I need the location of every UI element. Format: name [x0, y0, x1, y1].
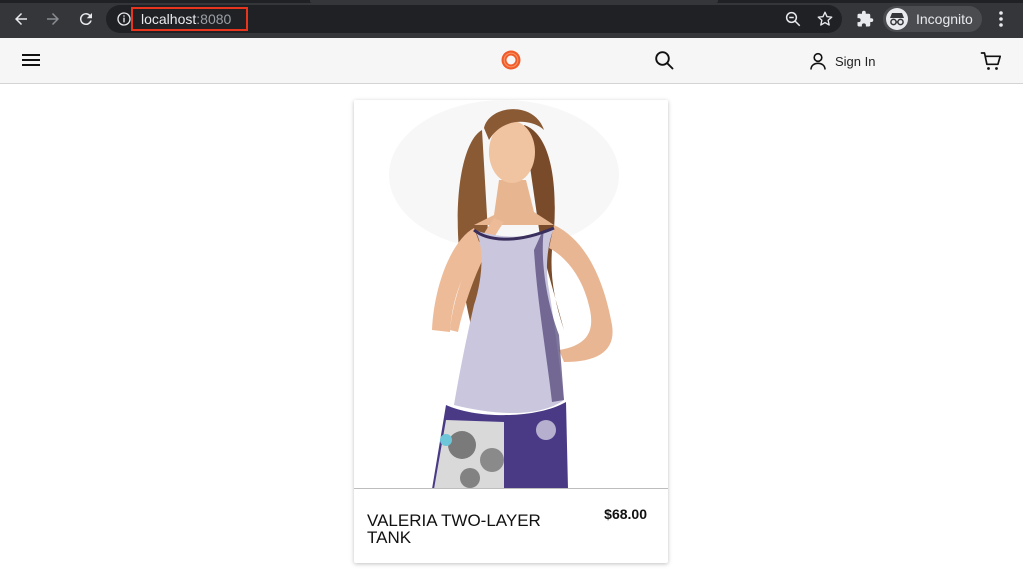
reload-icon — [79, 13, 92, 26]
info-icon[interactable] — [116, 11, 132, 27]
reload-button[interactable] — [74, 7, 98, 31]
url-text[interactable]: localhost:8080 — [141, 11, 231, 27]
hamburger-menu-icon[interactable] — [21, 52, 41, 68]
incognito-icon — [886, 8, 908, 30]
search-icon[interactable] — [654, 50, 674, 70]
profile-label: Incognito — [916, 11, 973, 27]
active-tab-edge[interactable] — [310, 0, 718, 3]
extensions-icon[interactable] — [856, 10, 874, 28]
back-button[interactable] — [9, 7, 33, 31]
browser-toolbar: localhost:8080 Incognito — [0, 0, 1023, 38]
product-info: VALERIA TWO-LAYER TANK $68.00 — [354, 490, 668, 563]
cart-icon[interactable] — [980, 50, 1002, 72]
site-header: Sign In — [0, 38, 1023, 84]
back-arrow-icon — [15, 13, 27, 25]
address-bar[interactable]: localhost:8080 — [106, 5, 842, 33]
sign-in-button[interactable]: Sign In — [808, 50, 875, 72]
url-host: localhost — [141, 11, 197, 27]
product-photo — [389, 100, 619, 488]
tab-strip — [0, 0, 1023, 3]
forward-arrow-icon — [47, 13, 59, 25]
logo-icon[interactable] — [500, 49, 522, 71]
url-port: :8080 — [196, 11, 232, 27]
star-icon[interactable] — [816, 10, 834, 28]
product-name[interactable]: VALERIA TWO-LAYER TANK — [367, 512, 577, 546]
more-vert-icon[interactable] — [992, 9, 1010, 29]
forward-button[interactable] — [41, 7, 65, 31]
product-price: $68.00 — [604, 506, 647, 522]
zoom-out-icon[interactable] — [784, 10, 802, 28]
incognito-profile-button[interactable]: Incognito — [883, 6, 982, 32]
sign-in-label: Sign In — [835, 53, 876, 69]
product-card[interactable]: VALERIA TWO-LAYER TANK $68.00 — [354, 100, 668, 563]
product-image[interactable] — [354, 100, 668, 489]
user-icon — [810, 52, 826, 70]
